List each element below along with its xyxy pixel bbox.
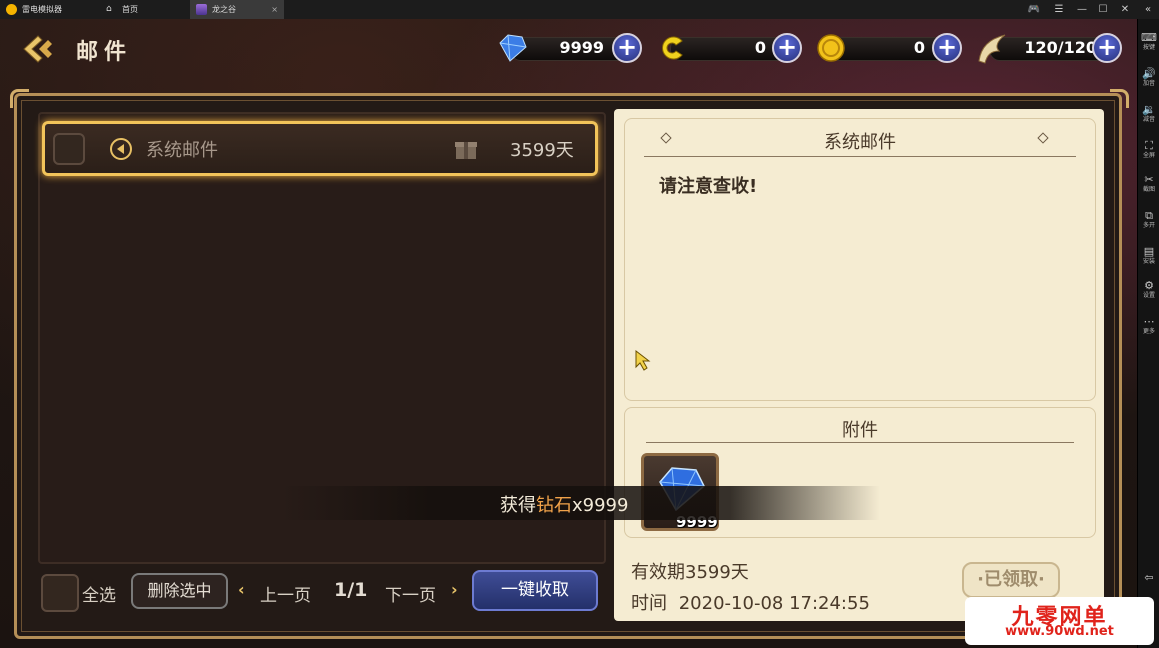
sidebar-label: 全屏 (1142, 152, 1155, 159)
stamina-wing-icon (978, 34, 1006, 64)
tab-emulator-app[interactable]: 雷电模拟器 (0, 0, 100, 19)
chevron-right-icon[interactable]: › (451, 580, 458, 599)
time-label: 时间 (631, 593, 667, 614)
chevron-left-icon[interactable]: ‹ (238, 580, 245, 599)
mail-title: 系统邮件 (824, 132, 896, 153)
toast-suffix: x9999 (572, 495, 629, 516)
add-tokens-button[interactable]: + (772, 33, 802, 63)
gold-coin-icon (817, 34, 845, 62)
mouse-cursor-icon (635, 349, 651, 371)
back-button[interactable] (20, 34, 56, 64)
settings-icon: ⚙ (1144, 279, 1154, 292)
token-count: 0 (754, 38, 766, 57)
page-title: 邮件 (76, 40, 133, 65)
volume-down-icon: 🔉 (1142, 103, 1156, 116)
collapse-sidebar-icon[interactable]: « (1140, 2, 1156, 17)
tab-label: 首页 (122, 5, 138, 14)
mail-item-checkbox[interactable] (53, 133, 85, 165)
scissors-icon: ✂ (1144, 173, 1154, 186)
ldplayer-logo-icon (6, 4, 17, 15)
watermark-url: www.90wd.net (1005, 624, 1114, 639)
emulator-titlebar: 雷电模拟器 ⌂ 首页 龙之谷 × 🎮 ☰ — ☐ ✕ « (0, 0, 1159, 20)
gift-icon (455, 142, 477, 159)
close-window-icon[interactable]: ✕ (1117, 2, 1133, 17)
token-counter: 0 + (656, 33, 808, 63)
add-diamonds-button[interactable]: + (612, 33, 642, 63)
validity-text: 有效期3599天 (631, 562, 749, 583)
stamina-counter: 120/120 + (975, 33, 1127, 64)
title-divider (644, 156, 1076, 157)
diamond-count: 9999 (559, 38, 604, 57)
sidebar-button-settings[interactable]: ⚙ 设置 (1138, 279, 1159, 300)
sidebar-button-install-apk[interactable]: ▤ 安装 (1138, 245, 1159, 266)
mail-time: 时间 2020-10-08 17:24:55 (631, 589, 870, 615)
sidebar-label: 更多 (1142, 328, 1155, 335)
game-app-icon (196, 4, 207, 15)
collect-all-button[interactable]: 一键收取 (472, 570, 598, 611)
home-icon: ⌂ (106, 4, 112, 14)
sidebar-label: 设置 (1142, 292, 1155, 299)
gamepad-icon[interactable]: 🎮 (1026, 2, 1042, 17)
diamond-counter: 9999 + (496, 33, 652, 63)
android-back-icon[interactable]: ⇦ (1138, 571, 1159, 584)
maximize-icon[interactable]: ☐ (1095, 2, 1111, 17)
sidebar-label: 加音 (1142, 80, 1155, 87)
sidebar-button-keyboard[interactable]: ⌨ 按键 (1138, 31, 1159, 52)
minimize-icon[interactable]: — (1074, 2, 1090, 17)
attachments-title: 附件 (842, 420, 878, 441)
frame-corner-ornament (10, 89, 29, 108)
tab-label: 雷电模拟器 (22, 5, 62, 14)
tab-label: 龙之谷 (212, 5, 236, 14)
add-stamina-button[interactable]: + (1092, 33, 1122, 63)
menu-icon[interactable]: ☰ (1051, 2, 1067, 17)
select-all-checkbox[interactable] (41, 574, 79, 612)
stamina-count: 120/120 (1024, 38, 1097, 57)
mail-days-left: 3599天 (510, 140, 574, 161)
tab-home[interactable]: ⌂ 首页 (100, 0, 190, 19)
sidebar-button-fullscreen[interactable]: ⛶ 全屏 (1138, 139, 1159, 160)
message-box (624, 118, 1096, 401)
more-icon: ⋯ (1143, 315, 1155, 328)
diamond-icon (499, 34, 527, 62)
toast-item: 钻石 (536, 495, 572, 516)
speaker-icon (110, 138, 132, 160)
prev-page-button[interactable]: 上一页 (260, 581, 311, 606)
keyboard-icon: ⌨ (1141, 31, 1157, 44)
add-gold-button[interactable]: + (932, 33, 962, 63)
page-indicator: 1/1 (334, 579, 368, 601)
volume-up-icon: 🔊 (1142, 67, 1156, 80)
sidebar-label: 截图 (1142, 186, 1155, 193)
multi-window-icon: ⧉ (1145, 209, 1153, 222)
attachments-divider (646, 442, 1074, 443)
fullscreen-icon: ⛶ (1145, 139, 1153, 152)
install-apk-icon: ▤ (1143, 245, 1155, 258)
sidebar-label: 减音 (1142, 116, 1155, 123)
back-arrow-icon (23, 35, 52, 63)
sidebar-button-volume-up[interactable]: 🔊 加音 (1138, 67, 1159, 88)
frame-corner-ornament (1110, 89, 1129, 108)
toast-prefix: 获得 (500, 495, 536, 516)
reward-toast-text: 获得钻石x9999 (500, 491, 628, 517)
mail-body: 请注意查收! (659, 176, 758, 197)
emulator-sidebar: ⌨ 按键 🔊 加音 🔉 减音 ⛶ 全屏 ✂ 截图 ⧉ 多开 ▤ 安装 ⚙ 设置 ⋯ 更多 ⇦ (1137, 19, 1159, 648)
sidebar-label: 安装 (1142, 258, 1155, 265)
tab-game[interactable]: 龙之谷 × (190, 0, 284, 19)
sidebar-button-more[interactable]: ⋯ 更多 (1138, 315, 1159, 336)
select-all-label[interactable]: 全选 (82, 581, 116, 606)
sidebar-button-multi-window[interactable]: ⧉ 多开 (1138, 209, 1159, 230)
gold-counter: 0 + (815, 33, 967, 63)
next-page-button[interactable]: 下一页 (385, 581, 436, 606)
time-value: 2020-10-08 17:24:55 (678, 593, 870, 614)
sidebar-label: 按键 (1142, 44, 1155, 51)
sidebar-label: 多开 (1142, 222, 1155, 229)
token-icon (662, 36, 683, 60)
sidebar-button-scissors[interactable]: ✂ 截图 (1138, 173, 1159, 194)
mail-sender: 系统邮件 (146, 140, 218, 161)
close-tab-icon[interactable]: × (271, 0, 278, 19)
claimed-button: ·已领取· (962, 562, 1060, 598)
sidebar-button-volume-down[interactable]: 🔉 减音 (1138, 103, 1159, 124)
delete-selected-button[interactable]: 删除选中 (131, 573, 228, 609)
gold-count: 0 (913, 38, 925, 57)
